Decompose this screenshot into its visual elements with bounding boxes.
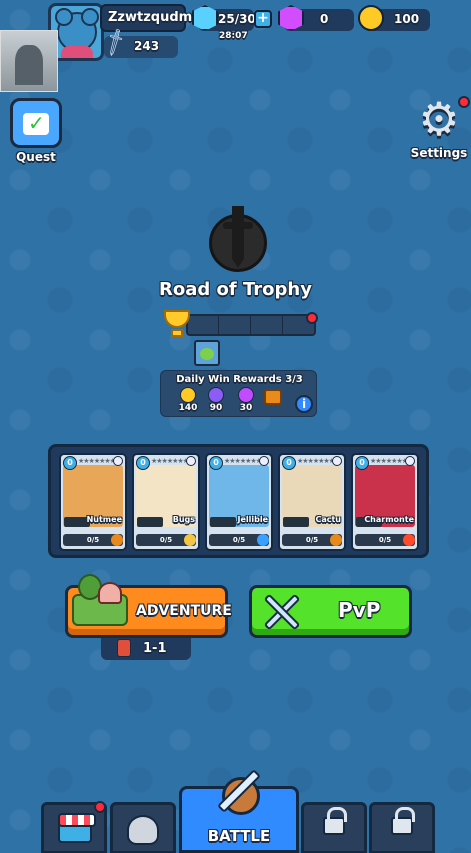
lock-icon	[391, 807, 415, 835]
settings-label: Settings	[410, 146, 468, 160]
battle-label: BATTLE	[207, 827, 271, 845]
energy-icon	[192, 5, 218, 31]
reward-stars: 30	[234, 387, 258, 413]
element-icon	[330, 534, 342, 546]
monster-card[interactable]: 0 ★★★★★★★ Charmonte 0/5	[351, 453, 419, 551]
card-name: Bugs	[172, 515, 195, 524]
edit-icon[interactable]	[405, 456, 415, 466]
monster-card[interactable]: 0 ★★★★★★★ Jellible 0/5	[205, 453, 273, 551]
nav-tab-battle[interactable]: BATTLE	[179, 769, 299, 853]
player-power: 🗡 243	[98, 25, 178, 59]
star-token-icon	[238, 387, 254, 403]
gems-counter[interactable]: 0	[278, 5, 354, 31]
settings-notification-dot	[458, 96, 470, 108]
trophy-road-sword-emblem-icon[interactable]	[209, 206, 267, 276]
card-name: Cactu	[315, 515, 341, 524]
add-energy-button[interactable]: +	[254, 10, 272, 28]
star-rating: ★★★★★★★	[224, 457, 262, 465]
crossed-swords-icon	[260, 592, 304, 632]
reward-coins: 140	[176, 387, 200, 413]
clipboard-check-icon	[10, 98, 62, 148]
star-rating: ★★★★★★★	[78, 457, 116, 465]
island-map-icon	[70, 572, 128, 632]
trophy-progress-bar[interactable]	[186, 314, 316, 336]
info-button[interactable]: i	[295, 395, 313, 413]
trophy-icon	[160, 310, 194, 340]
card-name: Jellible	[237, 515, 268, 524]
edit-icon[interactable]	[186, 456, 196, 466]
skill-slots	[137, 517, 163, 527]
top-bar: Zzwtzqudmi 🗡 243 25/30 + 28:07 0 100	[0, 0, 471, 66]
reward-hex: 90	[204, 387, 228, 413]
nav-tab-locked[interactable]	[369, 802, 435, 853]
nav-tab-armory[interactable]	[110, 802, 176, 853]
treasure-chest-icon	[264, 389, 282, 405]
notification-photo-thumbnail[interactable]	[0, 30, 58, 92]
pvp-label: PvP	[338, 598, 381, 622]
energy-value: 25/30	[218, 12, 256, 26]
gem-icon	[278, 5, 304, 31]
card-name: Nutmee	[86, 515, 122, 524]
knight-helmet-icon	[127, 815, 159, 845]
adventure-button[interactable]: ADVENTURE	[65, 574, 232, 638]
element-icon	[111, 534, 123, 546]
monster-card[interactable]: 0 ★★★★★★★ Bugs 0/5	[132, 453, 200, 551]
stage-flag-icon	[117, 639, 131, 657]
player-name: Zzwtzqudmi	[108, 10, 197, 25]
hexagon-token-icon	[208, 387, 224, 403]
nav-tab-shop[interactable]	[41, 801, 107, 853]
lock-icon	[323, 807, 347, 835]
star-rating: ★★★★★★★	[297, 457, 335, 465]
monster-card[interactable]: 0 ★★★★★★★ Cactu 0/5	[278, 453, 346, 551]
sword-shield-icon	[210, 769, 266, 819]
monster-card[interactable]: 0 ★★★★★★★ Nutmee 0/5	[59, 453, 127, 551]
coin-icon	[358, 5, 384, 31]
coins-counter[interactable]: 100	[358, 5, 430, 31]
daily-win-rewards-panel: Daily Win Rewards 3/3 140 90 30 i	[160, 370, 317, 417]
skill-slots	[210, 517, 236, 527]
edit-icon[interactable]	[332, 456, 342, 466]
card-name: Charmonte	[364, 515, 414, 524]
nav-tab-locked[interactable]	[301, 802, 367, 853]
star-rating: ★★★★★★★	[370, 457, 408, 465]
edit-icon[interactable]	[259, 456, 269, 466]
shop-icon	[58, 813, 96, 843]
stage-value: 1-1	[143, 641, 167, 656]
energy-counter[interactable]: 25/30	[192, 5, 256, 31]
power-value: 243	[134, 39, 160, 53]
adventure-stage-badge: 1-1	[101, 638, 191, 660]
deck-panel: 0 ★★★★★★★ Nutmee 0/5 0 ★★★★★★★ Bugs 0/5 …	[48, 444, 429, 558]
edit-icon[interactable]	[113, 456, 123, 466]
gems-value: 0	[320, 12, 329, 26]
settings-button[interactable]: ⚙ Settings	[410, 94, 470, 160]
trophy-notification-dot	[306, 312, 318, 324]
daily-rewards-title: Daily Win Rewards 3/3	[176, 374, 303, 385]
energy-timer: 28:07	[219, 31, 248, 41]
pvp-button[interactable]: PvP	[249, 585, 412, 638]
shop-notification-dot	[94, 801, 106, 813]
road-of-trophy-title: Road of Trophy	[159, 279, 312, 300]
element-icon	[184, 534, 196, 546]
skill-slots	[283, 517, 309, 527]
quest-label: Quest	[16, 150, 56, 164]
coin-icon	[180, 387, 196, 403]
star-rating: ★★★★★★★	[151, 457, 189, 465]
adventure-label: ADVENTURE	[136, 603, 232, 619]
quest-button[interactable]: Quest	[10, 98, 62, 164]
road-reward-icon[interactable]	[194, 340, 220, 366]
element-icon	[403, 534, 415, 546]
coins-value: 100	[394, 12, 420, 26]
bottom-navigation: BATTLE	[0, 769, 471, 853]
element-icon	[257, 534, 269, 546]
